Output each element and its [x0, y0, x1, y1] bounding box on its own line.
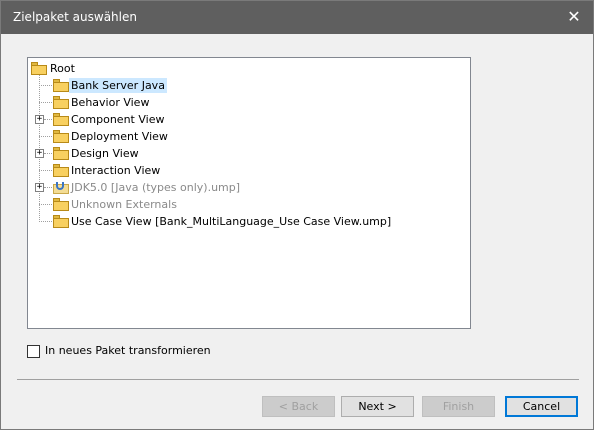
- tree-node-jdk[interactable]: + JDK5.0 [Java (types only).ump]: [28, 179, 468, 196]
- tree-node-design-view[interactable]: + Design View: [28, 145, 468, 162]
- tree-node-root[interactable]: Root: [28, 60, 468, 77]
- tree-node-bank-server-java[interactable]: Bank Server Java: [28, 77, 468, 94]
- tree-connector-line: [44, 119, 52, 120]
- tree-connector-line: [44, 187, 52, 188]
- tree-connector-line: [39, 170, 52, 171]
- cancel-button[interactable]: Cancel: [505, 396, 578, 417]
- tree-connector-line: [39, 136, 52, 137]
- tree-node-label: JDK5.0 [Java (types only).ump]: [71, 181, 241, 194]
- dialog-content: Root Bank Server Java Behavior View + Co…: [1, 34, 593, 429]
- tree-node-label: Use Case View [Bank_MultiLanguage_Use Ca…: [71, 215, 392, 228]
- tree-connector-line: [39, 204, 52, 205]
- tree-node-deployment-view[interactable]: Deployment View: [28, 128, 468, 145]
- folder-icon: [53, 130, 69, 143]
- folder-icon: [53, 164, 69, 177]
- tree-connector-line: [39, 85, 52, 86]
- finish-button[interactable]: Finish: [422, 396, 495, 417]
- back-button[interactable]: < Back: [262, 396, 335, 417]
- select-target-package-dialog: Zielpaket auswählen ✕ Root Bank Server J…: [0, 0, 594, 430]
- tree-node-label: Bank Server Java: [69, 78, 167, 93]
- title-bar: Zielpaket auswählen ✕: [1, 1, 593, 34]
- tree-node-unknown-externals[interactable]: Unknown Externals: [28, 196, 468, 213]
- tree-node-label: Unknown Externals: [71, 198, 177, 211]
- folder-icon: [53, 198, 69, 211]
- folder-icon: [53, 79, 69, 92]
- folder-icon: [53, 147, 69, 160]
- expand-icon[interactable]: +: [35, 115, 44, 124]
- tree-node-label: Deployment View: [71, 130, 168, 143]
- tree-connector-line: [39, 221, 52, 222]
- folder-icon: [53, 113, 69, 126]
- folder-icon: [53, 215, 69, 228]
- tree-node-label: Interaction View: [71, 164, 161, 177]
- tree-node-label: Component View: [71, 113, 165, 126]
- folder-icon: [31, 62, 47, 75]
- tree-node-label: Behavior View: [71, 96, 150, 109]
- folder-icon: [53, 96, 69, 109]
- package-tree[interactable]: Root Bank Server Java Behavior View + Co…: [27, 57, 471, 329]
- tree-node-use-case-view[interactable]: Use Case View [Bank_MultiLanguage_Use Ca…: [28, 213, 468, 230]
- tree-node-label: Design View: [71, 147, 139, 160]
- expand-icon[interactable]: +: [35, 149, 44, 158]
- java-package-icon: [53, 181, 69, 194]
- divider: [17, 379, 579, 380]
- next-button[interactable]: Next >: [341, 396, 414, 417]
- tree-node-component-view[interactable]: + Component View: [28, 111, 468, 128]
- tree-node-behavior-view[interactable]: Behavior View: [28, 94, 468, 111]
- transform-checkbox-label[interactable]: In neues Paket transformieren: [45, 344, 211, 357]
- expand-icon[interactable]: +: [35, 183, 44, 192]
- dialog-title: Zielpaket auswählen: [13, 10, 137, 24]
- tree-connector-line: [44, 153, 52, 154]
- close-icon[interactable]: ✕: [561, 5, 587, 29]
- tree-node-interaction-view[interactable]: Interaction View: [28, 162, 468, 179]
- tree-connector-line: [39, 102, 52, 103]
- transform-checkbox[interactable]: [27, 345, 40, 358]
- tree-node-label: Root: [50, 62, 75, 75]
